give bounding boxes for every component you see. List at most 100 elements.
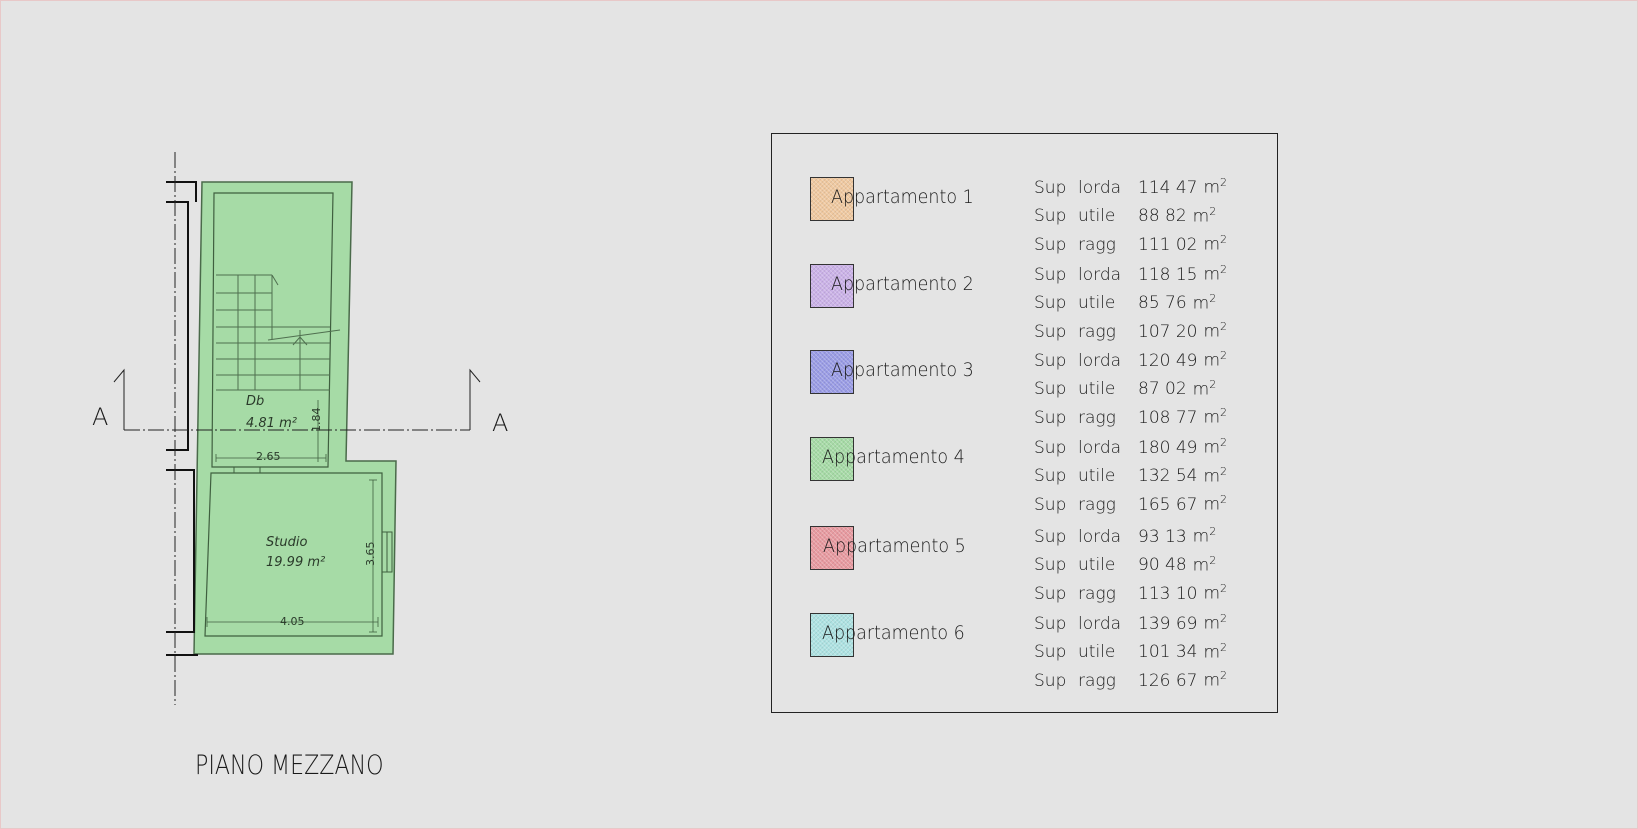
stat-value-lorda: 93 13 bbox=[1138, 526, 1187, 547]
stat-unit: m2 bbox=[1197, 460, 1227, 489]
legend-apartment-name: Appartamento 1 bbox=[831, 186, 974, 208]
stat-unit-exponent: 2 bbox=[1220, 493, 1228, 507]
stat-unit-exponent: 2 bbox=[1220, 582, 1228, 596]
stat-type-lorda: lorda bbox=[1078, 177, 1122, 198]
stat-unit: m2 bbox=[1197, 488, 1227, 517]
apartment-legend: Appartamento 1 Sup lorda 114 47 m2 Sup utile 88… bbox=[771, 133, 1278, 713]
stat-unit: m2 bbox=[1197, 607, 1227, 636]
stat-unit-base: m bbox=[1203, 670, 1221, 691]
section-label-right: A bbox=[492, 409, 509, 437]
stat-line-ragg: Sup ragg 113 10 m2 bbox=[1034, 577, 1227, 606]
stat-unit-exponent: 2 bbox=[1220, 320, 1228, 334]
stat-unit-exponent: 2 bbox=[1209, 377, 1217, 391]
stat-line-utile: Sup utile 88 82 m2 bbox=[1034, 200, 1227, 229]
stat-unit-base: m bbox=[1203, 583, 1221, 604]
stat-value-lorda: 114 47 bbox=[1138, 177, 1198, 198]
stat-key: Sup bbox=[1034, 407, 1067, 428]
stat-value-utile: 85 76 bbox=[1138, 293, 1187, 314]
stat-key: Sup bbox=[1034, 177, 1067, 198]
stat-line-ragg: Sup ragg 165 67 m2 bbox=[1034, 488, 1227, 517]
stat-unit-exponent: 2 bbox=[1220, 436, 1228, 449]
dimension-db-width: 2.65 bbox=[256, 450, 281, 463]
stat-line-lorda: Sup lorda 180 49 m2 bbox=[1034, 431, 1227, 460]
stat-line-lorda: Sup lorda 120 49 m2 bbox=[1034, 344, 1227, 373]
stat-line-ragg: Sup ragg 107 20 m2 bbox=[1034, 315, 1227, 344]
stat-value-utile: 90 48 bbox=[1138, 555, 1187, 576]
stat-unit-base: m bbox=[1192, 379, 1210, 400]
stat-line-lorda: Sup lorda 118 15 m2 bbox=[1034, 258, 1227, 287]
stat-type-ragg: ragg bbox=[1078, 321, 1116, 342]
stat-unit: m2 bbox=[1197, 636, 1227, 665]
stat-line-utile: Sup utile 90 48 m2 bbox=[1034, 549, 1227, 578]
stat-type-ragg: ragg bbox=[1078, 494, 1116, 515]
stat-unit-base: m bbox=[1192, 206, 1210, 227]
stat-type-utile: utile bbox=[1078, 555, 1116, 576]
stat-key: Sup bbox=[1034, 264, 1067, 285]
legend-item: Appartamento 2 Sup lorda 118 15 m2 Sup utile 85… bbox=[772, 263, 1277, 344]
stat-value-ragg: 165 67 bbox=[1138, 494, 1198, 515]
stat-value-utile: 87 02 bbox=[1138, 379, 1187, 400]
stat-unit-base: m bbox=[1203, 437, 1221, 458]
stat-type-utile: utile bbox=[1078, 379, 1116, 400]
stat-key: Sup bbox=[1034, 670, 1067, 691]
stat-unit-exponent: 2 bbox=[1220, 669, 1228, 683]
stat-line-ragg: Sup ragg 108 77 m2 bbox=[1034, 401, 1227, 430]
legend-item: Appartamento 3 Sup lorda 120 49 m2 Sup utile 87… bbox=[772, 349, 1277, 430]
stat-unit: m2 bbox=[1187, 287, 1217, 316]
stat-key: Sup bbox=[1034, 379, 1067, 400]
legend-surface-stats: Sup lorda 118 15 m2 Sup utile 85 76 m2 Sup ragg 10… bbox=[1034, 258, 1227, 344]
stat-unit: m2 bbox=[1187, 520, 1217, 549]
stat-key: Sup bbox=[1034, 350, 1067, 371]
legend-surface-stats: Sup lorda 180 49 m2 Sup utile 132 54 m2 Sup ragg 1… bbox=[1034, 431, 1227, 517]
stat-unit-base: m bbox=[1203, 234, 1221, 255]
stat-unit: m2 bbox=[1197, 315, 1227, 344]
adjacent-wall bbox=[166, 181, 198, 656]
stat-line-lorda: Sup lorda 114 47 m2 bbox=[1034, 171, 1227, 200]
stat-value-ragg: 111 02 bbox=[1138, 234, 1198, 255]
stat-unit: m2 bbox=[1197, 577, 1227, 606]
stat-key: Sup bbox=[1034, 206, 1067, 227]
legend-surface-stats: Sup lorda 93 13 m2 Sup utile 90 48 m2 Sup ragg 113… bbox=[1034, 520, 1227, 606]
stat-value-utile: 88 82 bbox=[1138, 206, 1187, 227]
stat-line-utile: Sup utile 101 34 m2 bbox=[1034, 636, 1227, 665]
stat-key: Sup bbox=[1034, 526, 1067, 547]
legend-apartment-name: Appartamento 3 bbox=[831, 359, 974, 381]
stat-unit-exponent: 2 bbox=[1220, 464, 1228, 478]
stat-unit: m2 bbox=[1197, 258, 1227, 287]
stat-value-lorda: 139 69 bbox=[1138, 613, 1198, 634]
stat-unit-exponent: 2 bbox=[1220, 612, 1228, 625]
stat-type-utile: utile bbox=[1078, 206, 1116, 227]
stat-value-ragg: 126 67 bbox=[1138, 670, 1198, 691]
stat-key: Sup bbox=[1034, 613, 1067, 634]
stat-unit-base: m bbox=[1203, 642, 1221, 663]
legend-item: Appartamento 6 Sup lorda 139 69 m2 Sup utile 10… bbox=[772, 612, 1277, 693]
stat-line-ragg: Sup ragg 111 02 m2 bbox=[1034, 228, 1227, 257]
stat-value-lorda: 120 49 bbox=[1138, 350, 1198, 371]
room-db-name: Db bbox=[246, 394, 265, 409]
stat-value-ragg: 108 77 bbox=[1138, 407, 1198, 428]
stat-type-ragg: ragg bbox=[1078, 407, 1116, 428]
stat-type-utile: utile bbox=[1078, 466, 1116, 487]
dimension-db-depth: 1.84 bbox=[310, 407, 323, 433]
legend-item: Appartamento 1 Sup lorda 114 47 m2 Sup utile 88… bbox=[772, 176, 1277, 257]
stat-unit-base: m bbox=[1192, 555, 1210, 576]
stat-unit-exponent: 2 bbox=[1209, 204, 1217, 218]
stat-unit-base: m bbox=[1203, 494, 1221, 515]
stat-unit-exponent: 2 bbox=[1209, 525, 1217, 538]
stat-key: Sup bbox=[1034, 642, 1067, 663]
legend-surface-stats: Sup lorda 114 47 m2 Sup utile 88 82 m2 Sup ragg 11… bbox=[1034, 171, 1227, 257]
stat-line-lorda: Sup lorda 139 69 m2 bbox=[1034, 607, 1227, 636]
stat-line-utile: Sup utile 85 76 m2 bbox=[1034, 287, 1227, 316]
legend-apartment-name: Appartamento 4 bbox=[822, 446, 965, 468]
stat-unit-base: m bbox=[1203, 321, 1221, 342]
stat-value-ragg: 113 10 bbox=[1138, 583, 1198, 604]
stat-unit: m2 bbox=[1197, 431, 1227, 460]
stat-unit: m2 bbox=[1197, 664, 1227, 693]
stat-unit-exponent: 2 bbox=[1209, 291, 1217, 305]
stat-unit-exponent: 2 bbox=[1220, 233, 1228, 247]
plan-title: PIANO MEZZANO bbox=[195, 750, 384, 781]
stat-type-lorda: lorda bbox=[1078, 264, 1122, 285]
stat-unit: m2 bbox=[1187, 200, 1217, 229]
stat-unit: m2 bbox=[1187, 373, 1217, 402]
stat-unit: m2 bbox=[1197, 228, 1227, 257]
